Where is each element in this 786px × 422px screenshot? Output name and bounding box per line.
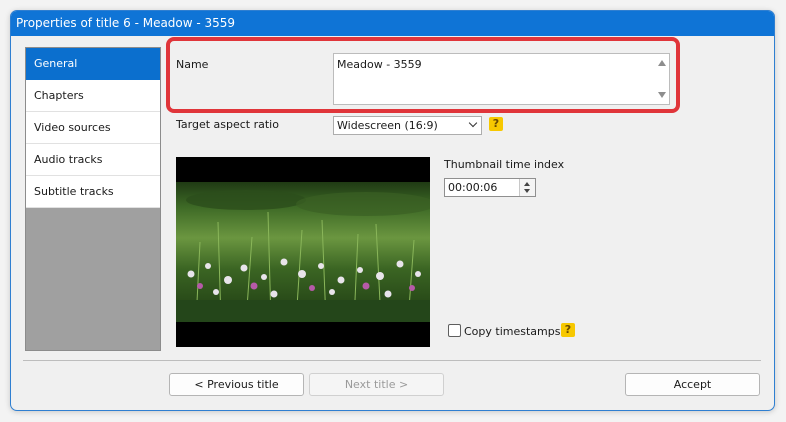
help-icon[interactable]: ? [489,117,503,131]
sidebar-item-general[interactable]: General [26,48,160,80]
sidebar-item-label: General [34,57,78,70]
sidebar: General Chapters Video sources Audio tra… [25,47,161,351]
sidebar-item-label: Chapters [34,89,84,102]
sidebar-item-label: Subtitle tracks [34,185,114,198]
sidebar-item-audio-tracks[interactable]: Audio tracks [26,144,160,176]
next-title-button[interactable]: Next title > [309,373,444,396]
sidebar-item-chapters[interactable]: Chapters [26,80,160,112]
meadow-image [176,182,430,322]
stepper-up-icon[interactable] [524,182,530,186]
sidebar-item-subtitle-tracks[interactable]: Subtitle tracks [26,176,160,208]
stepper-buttons[interactable] [519,179,535,196]
copy-timestamps-checkbox[interactable] [448,324,461,337]
sidebar-item-label: Audio tracks [34,153,103,166]
previous-title-button[interactable]: < Previous title [169,373,304,396]
stepper-down-icon[interactable] [524,189,530,193]
chevron-down-icon [468,118,478,128]
aspect-ratio-select[interactable]: Widescreen (16:9) [333,116,482,135]
title-bar[interactable]: Properties of title 6 - Meadow - 3559 [11,11,774,36]
name-field[interactable]: Meadow - 3559 [333,53,670,105]
thumbnail-time-stepper[interactable]: 00:00:06 [444,178,536,197]
thumbnail-preview [176,157,430,347]
thumbnail-time-value: 00:00:06 [448,181,498,194]
scroll-up-icon[interactable] [658,60,666,66]
sidebar-item-video-sources[interactable]: Video sources [26,112,160,144]
name-scrollbar[interactable] [655,54,669,104]
sidebar-item-label: Video sources [34,121,111,134]
scroll-down-icon[interactable] [658,92,666,98]
name-value: Meadow - 3559 [337,58,422,71]
window-title: Properties of title 6 - Meadow - 3559 [16,16,236,30]
help-icon[interactable]: ? [561,323,575,337]
thumbnail-time-label: Thumbnail time index [444,158,565,171]
name-label: Name [176,58,209,71]
copy-timestamps-label[interactable]: Copy timestamps [464,325,560,338]
aspect-ratio-label: Target aspect ratio [176,118,279,131]
aspect-ratio-value: Widescreen (16:9) [337,119,438,132]
accept-button[interactable]: Accept [625,373,760,396]
properties-window: Properties of title 6 - Meadow - 3559 Ge… [10,10,775,411]
footer-divider [23,360,761,361]
